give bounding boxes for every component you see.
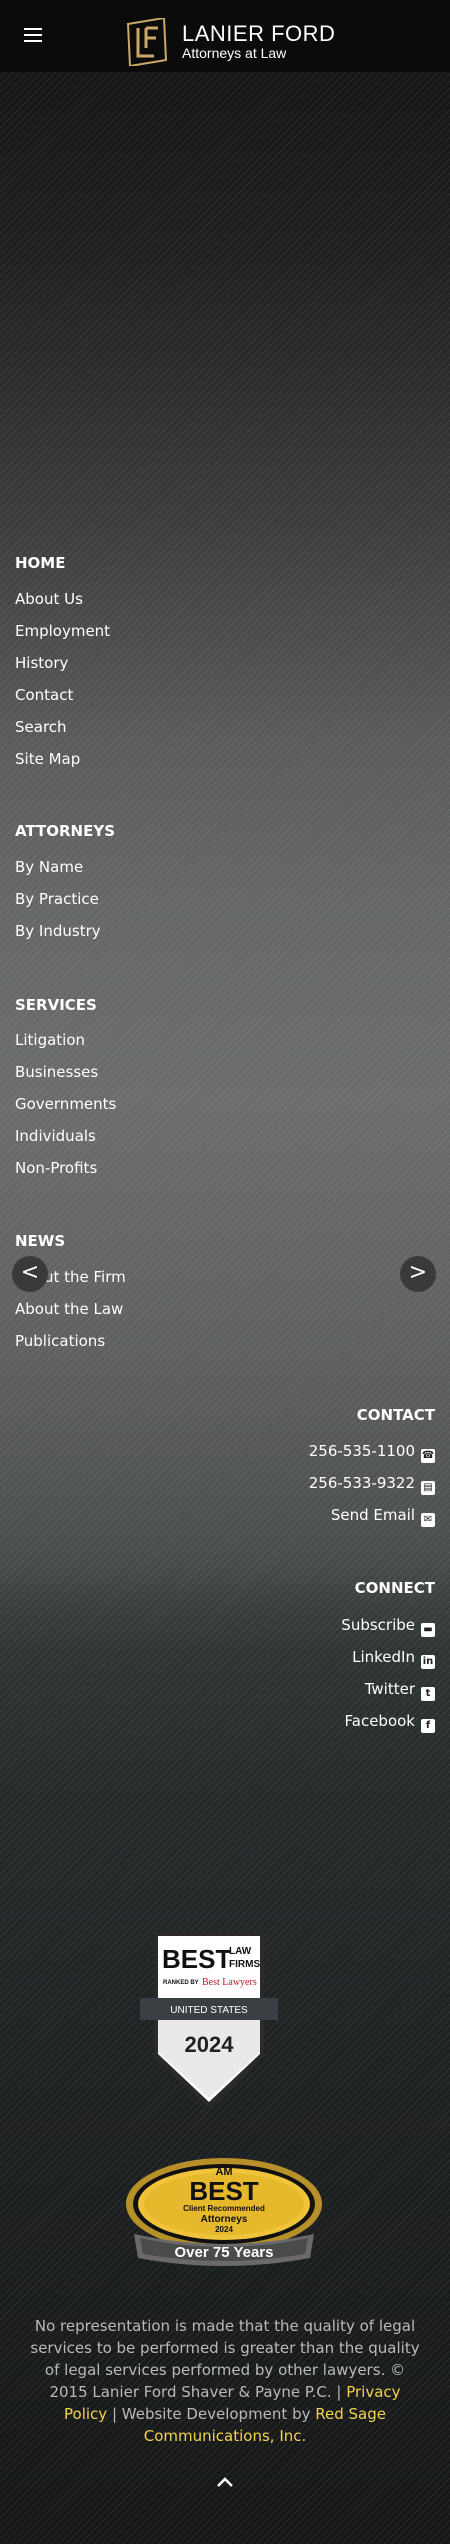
subscribe-icon: ▬ <box>421 1623 435 1637</box>
fax-number: 256-533-9322 <box>308 1474 415 1492</box>
am-badge-year-text: 2024 <box>215 2225 233 2234</box>
subscribe-link[interactable]: Subscribe ▬ <box>341 1616 435 1637</box>
best-badge-country-text: UNITED STATES <box>170 2005 248 2016</box>
carousel-prev-button[interactable]: < <box>12 1256 48 1292</box>
best-badge-ranked-text: RANKED BY <box>163 1980 199 1986</box>
twitter-link[interactable]: Twitter t <box>365 1680 435 1701</box>
fax-link[interactable]: 256-533-9322 ▤ <box>309 1474 435 1495</box>
nav-contact[interactable]: Contact <box>15 686 73 704</box>
news-heading: NEWS <box>15 1232 66 1250</box>
best-badge-ranker-text: Best Lawyers <box>202 1977 257 1988</box>
nav-site-map[interactable]: Site Map <box>15 750 80 768</box>
facebook-icon: f <box>421 1719 435 1733</box>
facebook-label: Facebook <box>344 1712 415 1730</box>
nav-by-practice[interactable]: By Practice <box>15 890 99 908</box>
phone-link[interactable]: 256-535-1100 ☎ <box>309 1442 435 1463</box>
nav-employment[interactable]: Employment <box>15 622 110 640</box>
contact-heading: CONTACT <box>356 1406 435 1424</box>
nav-by-industry[interactable]: By Industry <box>15 922 101 940</box>
nav-search[interactable]: Search <box>15 718 67 736</box>
dev-prefix-text: | Website Development by <box>111 2405 311 2423</box>
nav-history[interactable]: History <box>15 654 68 672</box>
best-badge-year-text: 2024 <box>185 2032 235 2057</box>
phone-number: 256-535-1100 <box>308 1442 415 1460</box>
am-badge-attorneys-text: Attorneys <box>201 2214 248 2225</box>
nav-individuals[interactable]: Individuals <box>15 1127 96 1145</box>
phone-icon: ☎ <box>421 1449 435 1463</box>
chevron-up-icon[interactable] <box>215 2474 235 2490</box>
services-heading: SERVICES <box>15 996 97 1014</box>
envelope-icon: ✉ <box>421 1513 435 1527</box>
home-heading: HOME <box>15 554 66 572</box>
nav-about-the-law[interactable]: About the Law <box>15 1300 123 1318</box>
facebook-link[interactable]: Facebook f <box>345 1712 435 1733</box>
am-best-badge: AM BEST Client Recommended Attorneys 202… <box>126 2158 322 2266</box>
subscribe-label: Subscribe <box>341 1616 415 1634</box>
fax-icon: ▤ <box>421 1481 435 1495</box>
chevron-right-icon: > <box>408 1260 428 1285</box>
twitter-label: Twitter <box>364 1680 415 1698</box>
send-email-label: Send Email <box>330 1506 415 1524</box>
attorneys-heading: ATTORNEYS <box>15 822 116 840</box>
nav-litigation[interactable]: Litigation <box>15 1031 85 1049</box>
logo-mark-icon <box>126 18 168 66</box>
hamburger-menu-icon[interactable] <box>24 28 42 44</box>
disclaimer-text: No representation is made that the quali… <box>30 2317 420 2379</box>
best-law-firms-badge: BEST LAW FIRMS RANKED BY Best Lawyers UN… <box>140 1932 278 2108</box>
twitter-icon: t <box>421 1687 435 1701</box>
nav-publications[interactable]: Publications <box>15 1332 105 1350</box>
connect-heading: CONNECT <box>354 1579 435 1597</box>
site-logo[interactable]: LANIER FORD Attorneys at Law <box>124 18 344 66</box>
site-header: LANIER FORD Attorneys at Law <box>0 0 450 72</box>
chevron-left-icon: < <box>20 1260 40 1285</box>
linkedin-link[interactable]: LinkedIn in <box>352 1648 435 1669</box>
logo-name: LANIER FORD <box>182 21 336 46</box>
carousel-next-button[interactable]: > <box>400 1256 436 1292</box>
best-badge-best-text: BEST <box>162 1944 231 1974</box>
am-badge-best-text: BEST <box>189 2176 258 2206</box>
linkedin-label: LinkedIn <box>352 1648 415 1666</box>
logo-tagline: Attorneys at Law <box>182 45 287 61</box>
nav-governments[interactable]: Governments <box>15 1095 116 1113</box>
am-badge-ribbon-text: Over 75 Years <box>175 2244 274 2261</box>
footer-disclaimer: No representation is made that the quali… <box>28 2315 422 2447</box>
best-badge-firms-text: FIRMS <box>229 1959 260 1970</box>
nav-about-us[interactable]: About Us <box>15 590 83 608</box>
nav-businesses[interactable]: Businesses <box>15 1063 98 1081</box>
nav-non-profits[interactable]: Non-Profits <box>15 1159 97 1177</box>
am-badge-client-text: Client Recommended <box>183 2204 265 2213</box>
best-badge-law-text: LAW <box>229 1946 252 1957</box>
linkedin-icon: in <box>421 1655 435 1669</box>
send-email-link[interactable]: Send Email ✉ <box>331 1506 435 1527</box>
nav-by-name[interactable]: By Name <box>15 858 83 876</box>
